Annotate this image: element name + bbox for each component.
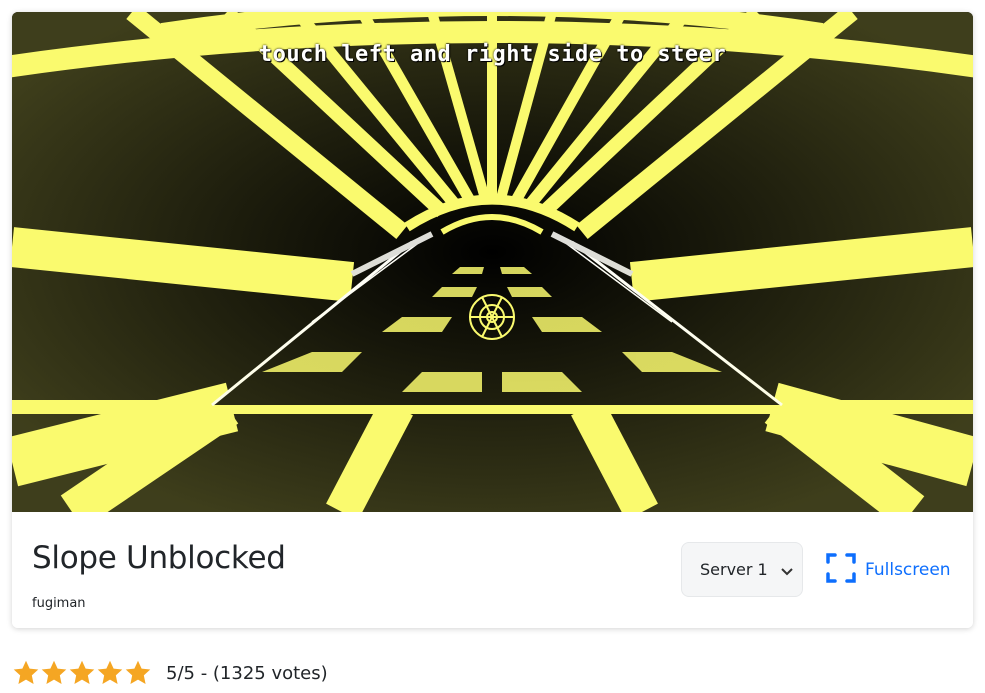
rating-text: 5/5 - (1325 votes) [166,662,328,684]
rating-row: 5/5 - (1325 votes) [12,658,328,688]
star-icon[interactable] [40,659,68,687]
fullscreen-button[interactable]: Fullscreen [825,552,951,589]
game-info-bar: Slope Unblocked fugiman Server 1 Fullscr… [12,512,973,628]
steer-hint: touch left and right side to steer [258,42,727,67]
server-select[interactable]: Server 1 [681,542,803,597]
game-card: touch left and right side to steer Slope… [12,12,973,628]
fullscreen-icon [825,552,857,589]
star-icon[interactable] [124,659,152,687]
star-icon[interactable] [68,659,96,687]
server-select-value: Server 1 [700,560,768,579]
game-author: fugiman [32,596,86,611]
star-rating[interactable] [12,659,152,687]
star-icon[interactable] [12,659,40,687]
game-title: Slope Unblocked [32,540,286,576]
chevron-down-icon [780,564,794,582]
star-icon[interactable] [96,659,124,687]
game-scene [12,12,973,512]
game-canvas[interactable]: touch left and right side to steer [12,12,973,512]
fullscreen-label: Fullscreen [865,560,951,580]
